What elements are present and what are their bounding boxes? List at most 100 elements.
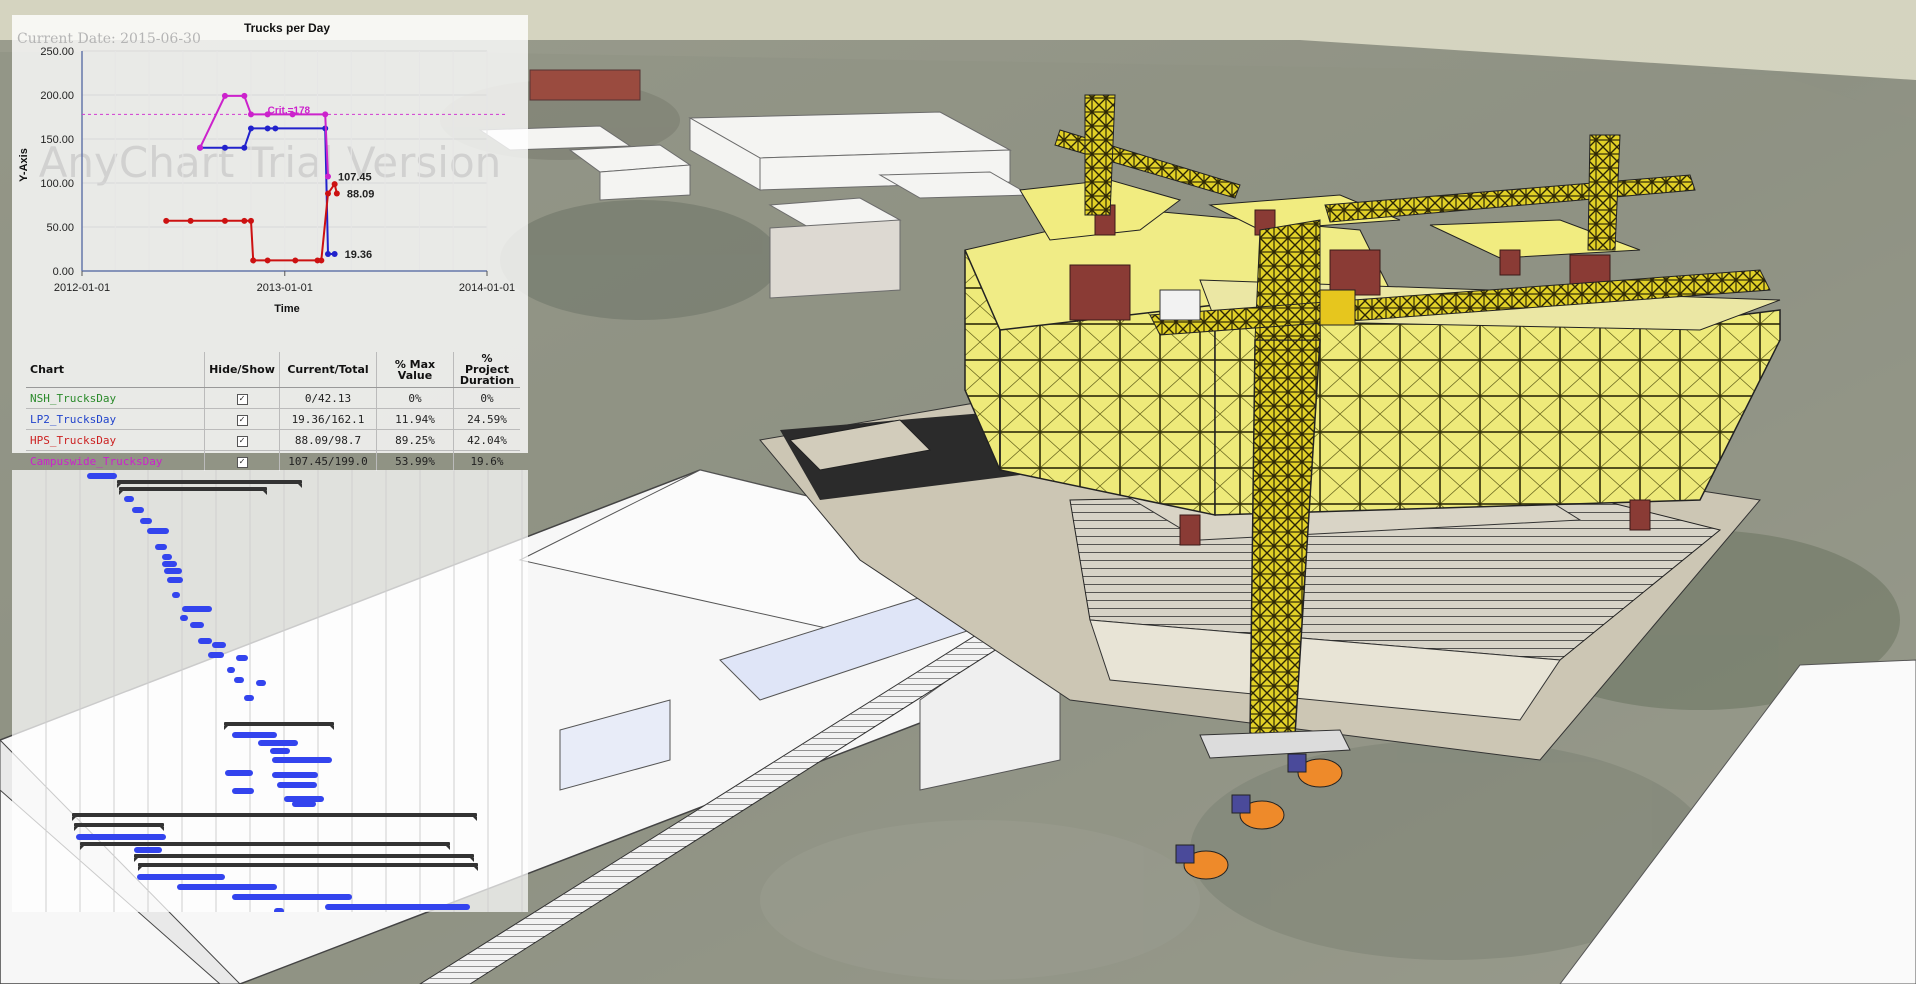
legend-project-duration: 19.6% — [470, 454, 504, 468]
gantt-summary-bar[interactable] — [74, 823, 164, 827]
legend-current-total-cell: 0/42.13 — [279, 387, 377, 409]
series-point — [322, 111, 329, 118]
series-point — [331, 250, 338, 257]
gantt-task-bar[interactable] — [124, 496, 134, 502]
legend-max-value-cell: 11.94% — [376, 408, 454, 430]
gantt-task-bar[interactable] — [244, 695, 254, 701]
gantt-task-bar[interactable] — [232, 788, 254, 794]
y-tick-label: 150.00 — [40, 134, 74, 146]
chart-watermark: AnyChart Trial Version — [39, 138, 502, 187]
legend-max-value-cell: 53.99% — [376, 450, 454, 471]
gantt-task-bar[interactable] — [270, 748, 290, 754]
legend-current-total-cell: 19.36/162.1 — [279, 408, 377, 430]
gantt-summary-end — [298, 484, 302, 488]
gantt-task-bar[interactable] — [227, 667, 235, 673]
gantt-task-bar[interactable] — [236, 655, 248, 661]
legend-max-value: 11.94% — [395, 412, 435, 426]
gantt-task-bar[interactable] — [277, 782, 317, 788]
x-tick-label: 2013-01-01 — [257, 282, 313, 294]
chart-legend-table: Chart Hide/Show Current/Total % Max Valu… — [26, 352, 520, 471]
gantt-task-bar[interactable] — [325, 904, 470, 910]
gantt-task-bar[interactable] — [172, 592, 180, 598]
gantt-task-bar[interactable] — [147, 528, 169, 534]
gantt-summary-end — [330, 726, 334, 730]
legend-project-duration: 0% — [480, 391, 494, 405]
series-point — [289, 111, 296, 118]
gantt-bars[interactable] — [72, 473, 478, 912]
gantt-summary-end — [470, 858, 474, 862]
series-point — [221, 144, 228, 151]
legend-header-chart: Chart — [26, 352, 205, 388]
series-point — [331, 181, 338, 188]
gantt-summary-bar[interactable] — [80, 842, 450, 846]
gantt-summary-bar[interactable] — [138, 863, 478, 867]
gantt-task-bar[interactable] — [134, 847, 162, 853]
gantt-task-bar[interactable] — [232, 732, 277, 738]
gantt-task-bar[interactable] — [162, 554, 172, 560]
legend-visibility-checkbox[interactable]: ✓ — [236, 394, 248, 405]
gantt-summary-bar[interactable] — [134, 854, 474, 858]
gantt-task-bar[interactable] — [132, 507, 144, 513]
series-point — [324, 190, 331, 197]
legend-visibility-checkbox[interactable]: ✓ — [236, 436, 248, 447]
gantt-summary-end — [473, 817, 477, 821]
gantt-task-bar[interactable] — [256, 680, 266, 686]
legend-visibility-checkbox[interactable]: ✓ — [236, 415, 248, 426]
gantt-task-bar[interactable] — [272, 757, 332, 763]
gantt-task-bar[interactable] — [208, 652, 224, 658]
gantt-chart[interactable] — [12, 470, 528, 912]
legend-current-total-cell: 88.09/98.7 — [279, 429, 377, 451]
gantt-task-bar[interactable] — [234, 677, 244, 683]
legend-series-name: Campuswide_TrucksDay — [30, 454, 163, 468]
gantt-task-bar[interactable] — [164, 568, 182, 574]
gantt-task-bar[interactable] — [180, 615, 188, 621]
gantt-task-bar[interactable] — [162, 561, 177, 567]
gantt-task-bar[interactable] — [137, 874, 225, 880]
gantt-summary-end — [263, 491, 267, 495]
legend-visibility-checkbox-cell[interactable]: ✓ — [204, 450, 280, 471]
gantt-task-bar[interactable] — [198, 638, 212, 644]
legend-visibility-checkbox[interactable]: ✓ — [236, 457, 248, 468]
trucks-chart-panel: Trucks per Day AnyChart Trial Version 0.… — [12, 15, 528, 471]
gantt-task-bar[interactable] — [272, 772, 318, 778]
gantt-task-bar[interactable] — [76, 834, 166, 840]
legend-visibility-checkbox-cell[interactable]: ✓ — [204, 387, 280, 409]
legend-max-value: 89.25% — [395, 433, 435, 447]
gantt-task-bar[interactable] — [232, 894, 352, 900]
gantt-task-bar[interactable] — [258, 740, 298, 746]
gantt-task-bar[interactable] — [274, 908, 284, 912]
gantt-summary-bar[interactable] — [117, 480, 302, 484]
legend-row: NSH_TrucksDay ✓ 0/42.13 0% 0% — [26, 387, 520, 409]
gantt-summary-end — [160, 827, 164, 831]
gantt-summary-bar[interactable] — [119, 487, 267, 491]
series-point — [264, 257, 271, 264]
gantt-task-bar[interactable] — [225, 770, 253, 776]
gantt-task-bar[interactable] — [140, 518, 152, 524]
gantt-task-bar[interactable] — [177, 884, 277, 890]
gantt-task-bar[interactable] — [87, 473, 117, 479]
series-point — [187, 217, 194, 224]
gantt-summary-bar[interactable] — [72, 813, 477, 817]
x-tick-label: 2012-01-01 — [54, 282, 110, 294]
y-axis-label: Y-Axis — [18, 148, 30, 182]
gantt-task-bar[interactable] — [190, 622, 204, 628]
x-axis-label: Time — [274, 303, 299, 315]
series-point — [241, 92, 248, 99]
gantt-summary-bar[interactable] — [224, 722, 334, 726]
gantt-task-bar[interactable] — [167, 577, 183, 583]
legend-visibility-checkbox-cell[interactable]: ✓ — [204, 408, 280, 430]
legend-series-name-cell: HPS_TrucksDay — [26, 429, 205, 451]
gantt-summary-end — [119, 491, 123, 495]
gantt-task-bar[interactable] — [155, 544, 167, 550]
series-point — [247, 125, 254, 132]
y-tick-label: 200.00 — [40, 90, 74, 102]
gantt-task-bar[interactable] — [212, 642, 226, 648]
legend-visibility-checkbox-cell[interactable]: ✓ — [204, 429, 280, 451]
series-point — [197, 144, 204, 151]
legend-max-value-cell: 0% — [376, 387, 454, 409]
series-point — [247, 217, 254, 224]
gantt-task-bar[interactable] — [182, 606, 212, 612]
gantt-task-bar[interactable] — [292, 801, 316, 807]
gantt-schedule-panel[interactable] — [12, 470, 528, 912]
gantt-summary-end — [74, 827, 78, 831]
